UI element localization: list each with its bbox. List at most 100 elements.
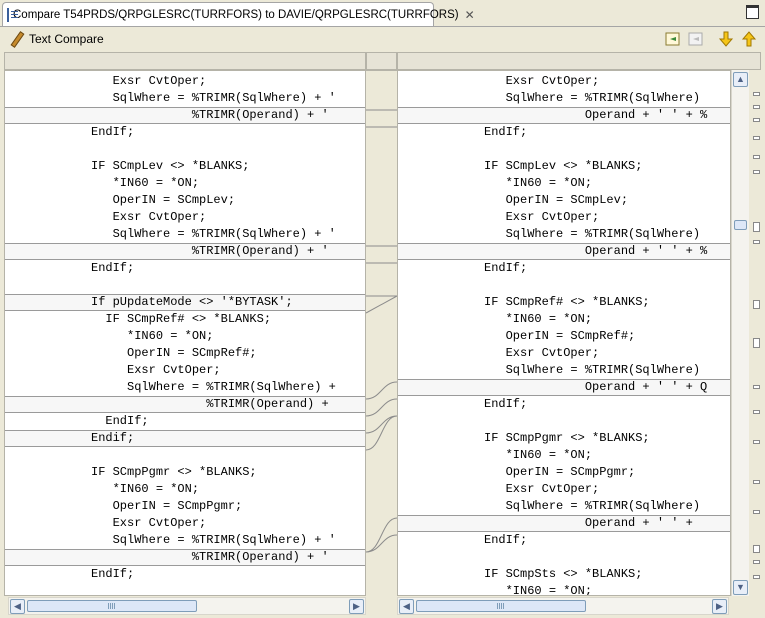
- overview-marker[interactable]: [753, 545, 760, 553]
- diff-overview-ruler[interactable]: [750, 70, 765, 596]
- code-line: EndIf;: [448, 533, 528, 547]
- diff-connector-gutter: [365, 70, 398, 596]
- code-line: *IN60 = *ON;: [55, 176, 200, 190]
- code-line: Operand + ' ' +: [448, 516, 693, 530]
- overview-marker[interactable]: [753, 385, 760, 389]
- left-horizontal-thumb[interactable]: [27, 600, 197, 612]
- right-horizontal-scrollbar[interactable]: ◀ ▶: [397, 597, 729, 615]
- vertical-scroll-thumb[interactable]: [734, 220, 747, 230]
- compare-viewer-title: Text Compare: [8, 31, 104, 47]
- overview-marker[interactable]: [753, 155, 760, 159]
- overview-marker[interactable]: [753, 240, 760, 244]
- code-line: Exsr CvtOper;: [55, 74, 207, 88]
- overview-marker[interactable]: [753, 118, 760, 122]
- code-line: IF SCmpLev <> *BLANKS;: [448, 159, 643, 173]
- code-line: OperIN = SCmpLev;: [55, 193, 236, 207]
- code-line: EndIf;: [448, 125, 528, 139]
- code-line: Operand + ' ' + %: [448, 108, 708, 122]
- scroll-left-icon[interactable]: ◀: [399, 599, 414, 614]
- code-line: SqlWhere = %TRIMR(SqlWhere): [448, 363, 701, 377]
- right-text-pane[interactable]: Exsr CvtOper; SqlWhere = %TRIMR(SqlWhere…: [397, 70, 731, 596]
- code-line: Exsr CvtOper;: [448, 74, 600, 88]
- copy-change-from-right-button[interactable]: [687, 30, 705, 48]
- code-line: OperIN = SCmpRef#;: [55, 346, 257, 360]
- code-line: EndIf;: [55, 125, 135, 139]
- compare-editor-tab[interactable]: Compare T54PRDS/QRPGLESRC(TURRFORS) to D…: [2, 2, 475, 26]
- overview-marker[interactable]: [753, 300, 760, 309]
- previous-difference-button[interactable]: [740, 30, 758, 48]
- overview-marker[interactable]: [753, 510, 760, 514]
- code-line: EndIf;: [55, 414, 149, 428]
- code-line: IF SCmpPgmr <> *BLANKS;: [448, 431, 650, 445]
- overview-marker[interactable]: [753, 92, 760, 96]
- left-text-pane[interactable]: Exsr CvtOper; SqlWhere = %TRIMR(SqlWhere…: [4, 70, 366, 596]
- copy-all-from-right-button[interactable]: [664, 30, 682, 48]
- code-line: EndIf;: [55, 567, 135, 581]
- close-icon[interactable]: ✕: [465, 8, 475, 22]
- arrow-up-icon: [741, 31, 757, 47]
- overview-marker[interactable]: [753, 222, 760, 232]
- scroll-right-icon[interactable]: ▶: [712, 599, 727, 614]
- code-line: *IN60 = *ON;: [448, 584, 593, 596]
- overview-marker[interactable]: [753, 560, 760, 564]
- code-line: SqlWhere = %TRIMR(SqlWhere): [448, 499, 701, 513]
- code-line: *IN60 = *ON;: [448, 312, 593, 326]
- pencil-icon: [8, 31, 24, 47]
- code-line: IF SCmpSts <> *BLANKS;: [448, 567, 643, 581]
- copy-all-icon: [665, 32, 680, 46]
- code-line: EndIf;: [55, 261, 135, 275]
- overview-marker[interactable]: [753, 170, 760, 174]
- code-line: Operand + ' ' + Q: [448, 380, 708, 394]
- maximize-icon[interactable]: [746, 5, 759, 19]
- vertical-scrollbar[interactable]: ▲ ▼: [731, 70, 749, 596]
- center-header: [366, 52, 397, 70]
- compare-viewer-label: Text Compare: [29, 32, 104, 46]
- code-line: SqlWhere = %TRIMR(SqlWhere): [448, 227, 701, 241]
- code-line: Exsr CvtOper;: [448, 482, 600, 496]
- scroll-up-icon[interactable]: ▲: [733, 72, 748, 87]
- code-line: OperIN = SCmpPgmr;: [448, 465, 636, 479]
- code-line: %TRIMR(Operand) + ': [55, 244, 329, 258]
- code-line: OperIN = SCmpPgmr;: [55, 499, 243, 513]
- code-line: *IN60 = *ON;: [448, 176, 593, 190]
- overview-marker[interactable]: [753, 575, 760, 579]
- next-difference-button[interactable]: [717, 30, 735, 48]
- overview-marker[interactable]: [753, 105, 760, 109]
- right-pane-header: [397, 52, 761, 70]
- code-line: OperIN = SCmpLev;: [448, 193, 629, 207]
- code-line: %TRIMR(Operand) + ': [55, 550, 329, 564]
- code-line: *IN60 = *ON;: [448, 448, 593, 462]
- code-line: SqlWhere = %TRIMR(SqlWhere) + ': [55, 227, 336, 241]
- compare-editor-icon: [7, 7, 18, 22]
- code-line: EndIf;: [448, 397, 528, 411]
- overview-marker[interactable]: [753, 136, 760, 140]
- overview-marker[interactable]: [753, 480, 760, 484]
- diff-connector-lines: [365, 109, 398, 553]
- code-line: IF SCmpRef# <> *BLANKS;: [448, 295, 650, 309]
- scroll-left-icon[interactable]: ◀: [10, 599, 25, 614]
- overview-marker[interactable]: [753, 338, 760, 348]
- code-line: SqlWhere = %TRIMR(SqlWhere): [448, 91, 701, 105]
- left-horizontal-scrollbar[interactable]: ◀ ▶: [8, 597, 366, 615]
- scroll-right-icon[interactable]: ▶: [349, 599, 364, 614]
- code-line: *IN60 = *ON;: [55, 329, 214, 343]
- code-line: Exsr CvtOper;: [55, 210, 207, 224]
- arrow-down-icon: [718, 31, 734, 47]
- overview-marker[interactable]: [753, 440, 760, 444]
- overview-marker[interactable]: [753, 410, 760, 414]
- scroll-down-icon[interactable]: ▼: [733, 580, 748, 595]
- tab-title: Compare T54PRDS/QRPGLESRC(TURRFORS) to D…: [13, 8, 459, 21]
- right-horizontal-thumb[interactable]: [416, 600, 586, 612]
- code-line: Exsr CvtOper;: [55, 363, 221, 377]
- code-line: Exsr CvtOper;: [448, 210, 600, 224]
- code-line: IF SCmpLev <> *BLANKS;: [55, 159, 250, 173]
- editor-tab-bar: Compare T54PRDS/QRPGLESRC(TURRFORS) to D…: [0, 0, 765, 27]
- code-line: Operand + ' ' + %: [448, 244, 708, 258]
- code-line: Exsr CvtOper;: [448, 346, 600, 360]
- code-line: %TRIMR(Operand) +: [55, 397, 329, 411]
